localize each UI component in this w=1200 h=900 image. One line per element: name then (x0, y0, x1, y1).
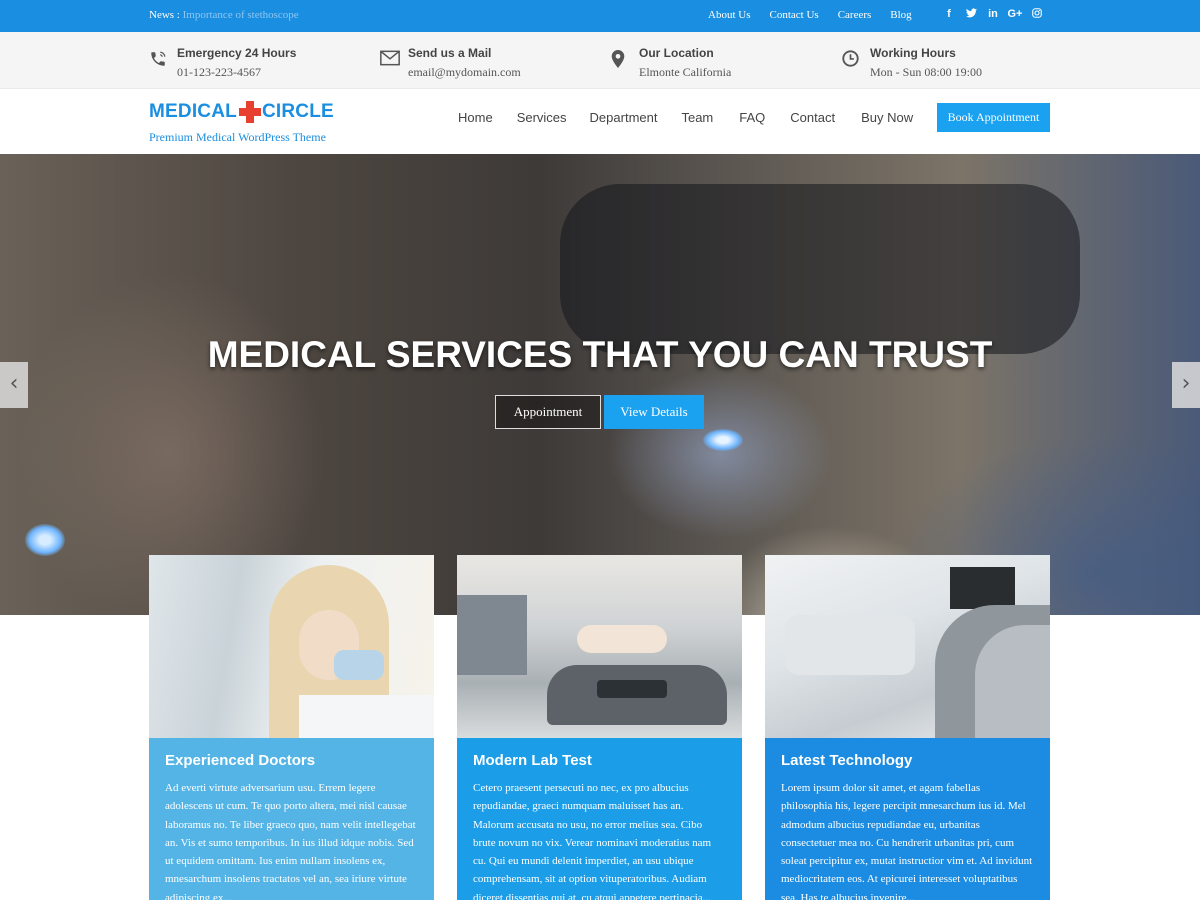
site-header: MEDICAL CIRCLE Premium Medical WordPress… (0, 90, 1200, 154)
doctor-coat (299, 695, 434, 738)
top-link-blog[interactable]: Blog (890, 9, 911, 21)
twitter-icon[interactable] (960, 8, 982, 21)
main-nav: Home Services Department Team FAQ Contac… (458, 110, 913, 125)
top-links: About Us Contact Us Careers Blog (708, 9, 931, 21)
nav-services[interactable]: Services (517, 110, 567, 125)
nav-faq[interactable]: FAQ (739, 110, 765, 125)
appointment-button[interactable]: Appointment (495, 395, 601, 429)
info-value: Elmonte California (639, 65, 732, 79)
location-pin-icon (611, 50, 631, 70)
info-title: Emergency 24 Hours (177, 46, 297, 60)
dental-room-photo (765, 555, 1050, 738)
clock-icon (842, 50, 862, 70)
wall-monitor (950, 567, 1015, 609)
dental-chair-headrest (975, 625, 1050, 738)
card-body: Latest Technology Lorem ipsum dolor sit … (765, 738, 1050, 900)
news-label: News : (149, 9, 180, 21)
info-title: Working Hours (870, 46, 956, 60)
card-description: Cetero praesent persecuti no nec, ex pro… (473, 782, 712, 900)
hero-title: MEDICAL SERVICES THAT YOU CAN TRUST (207, 334, 993, 375)
site-logo[interactable]: MEDICAL CIRCLE (149, 101, 334, 123)
info-title: Our Location (639, 46, 714, 60)
slider-prev-arrow-icon[interactable]: ‹ (0, 362, 28, 408)
instagram-icon[interactable] (1026, 8, 1048, 21)
medical-cross-icon (238, 101, 261, 123)
slider-next-arrow-icon[interactable]: › (1172, 362, 1200, 408)
linkedin-icon[interactable]: in (982, 8, 1004, 21)
lab-photo (457, 555, 742, 738)
card-body: Experienced Doctors Ad everti virtute ad… (149, 738, 434, 900)
info-value: email@mydomain.com (408, 65, 521, 79)
google-plus-icon[interactable]: G+ (1004, 8, 1026, 21)
card-title[interactable]: Modern Lab Test (473, 752, 726, 769)
info-value: Mon - Sun 08:00 19:00 (870, 65, 983, 79)
card-title[interactable]: Latest Technology (781, 752, 1034, 769)
site-tagline: Premium Medical WordPress Theme (149, 130, 326, 144)
nav-department[interactable]: Department (590, 110, 658, 125)
book-appointment-button[interactable]: Book Appointment (937, 103, 1050, 132)
nav-contact[interactable]: Contact (790, 110, 835, 125)
hero-slider: MEDICAL SERVICES THAT YOU CAN TRUST Appo… (0, 154, 1200, 615)
info-value: 01-123-223-4567 (177, 65, 261, 79)
contact-info-bar: Emergency 24 Hours 01-123-223-4567 Send … (0, 32, 1200, 89)
logo-text-right: CIRCLE (261, 101, 334, 122)
top-link-contact-us[interactable]: Contact Us (769, 9, 818, 21)
mail-icon (380, 50, 400, 70)
logo-text-left: MEDICAL (149, 101, 237, 122)
nav-home[interactable]: Home (458, 110, 493, 125)
lab-machine (457, 595, 527, 675)
hero-image-shade (560, 184, 1080, 354)
news-link[interactable]: Importance of stethoscope (183, 9, 299, 21)
top-bar: News : Importance of stethoscope About U… (0, 0, 1200, 32)
top-link-careers[interactable]: Careers (838, 9, 872, 21)
headlamp-light (703, 429, 743, 451)
nav-buy-now[interactable]: Buy Now (861, 110, 913, 125)
doctor-photo (149, 555, 434, 738)
view-details-button[interactable]: View Details (604, 395, 704, 429)
phone-icon (149, 50, 169, 70)
service-card-technology: Latest Technology Lorem ipsum dolor sit … (765, 555, 1050, 900)
info-title: Send us a Mail (408, 46, 492, 60)
centrifuge-lid (597, 680, 667, 698)
card-title[interactable]: Experienced Doctors (165, 752, 418, 769)
news-ticker: News : Importance of stethoscope (149, 9, 299, 21)
social-links: f in G+ (938, 8, 1048, 21)
facebook-icon[interactable]: f (938, 8, 960, 21)
card-description: Ad everti virtute adversarium usu. Errem… (165, 782, 416, 900)
top-link-about-us[interactable]: About Us (708, 9, 750, 21)
nav-team[interactable]: Team (681, 110, 713, 125)
headlamp-light (25, 524, 65, 556)
service-card-lab: Modern Lab Test Cetero praesent persecut… (457, 555, 742, 900)
card-description: Lorem ipsum dolor sit amet, et agam fabe… (781, 782, 1033, 900)
gloved-hand (577, 625, 667, 653)
dental-unit (785, 615, 915, 675)
card-body: Modern Lab Test Cetero praesent persecut… (457, 738, 742, 900)
service-card-doctors: Experienced Doctors Ad everti virtute ad… (149, 555, 434, 900)
doctor-mask (334, 650, 384, 680)
